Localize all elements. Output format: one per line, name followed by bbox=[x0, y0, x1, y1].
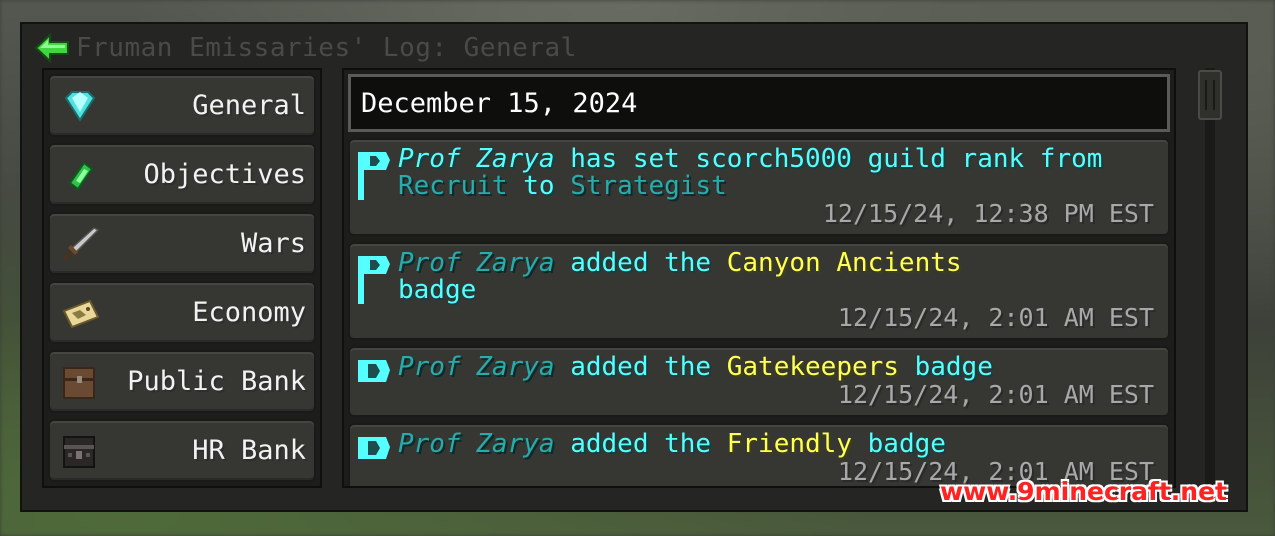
entry-actor: Prof Zarya bbox=[398, 352, 555, 382]
entry-timestamp: 12/15/24, 2:01 AM EST bbox=[837, 303, 1154, 332]
entry-suffix: badge bbox=[398, 275, 477, 305]
entry-to-word: to bbox=[523, 171, 555, 201]
sword-icon bbox=[62, 227, 100, 261]
entry-badge: Gatekeepers bbox=[726, 352, 899, 382]
flag-icon bbox=[358, 256, 390, 304]
back-arrow-icon[interactable] bbox=[34, 33, 70, 63]
sidebar-item-label: Wars bbox=[240, 228, 306, 259]
scroll-track[interactable] bbox=[1205, 68, 1215, 488]
sidebar-item-label: HR Bank bbox=[192, 435, 306, 466]
entry-actor: Prof Zarya bbox=[398, 248, 555, 278]
log-entry: Prof Zarya added the Gatekeepers badge 1… bbox=[348, 346, 1170, 417]
date-header: December 15, 2024 bbox=[348, 74, 1170, 132]
sidebar-item-economy[interactable]: Economy bbox=[48, 281, 316, 344]
entry-from-rank: Recruit bbox=[398, 171, 508, 201]
entry-action: added the bbox=[570, 429, 712, 459]
entry-suffix: badge bbox=[867, 429, 946, 459]
entry-action: added the bbox=[570, 352, 712, 382]
map-icon bbox=[62, 299, 100, 329]
sidebar-item-label: Objectives bbox=[143, 159, 306, 190]
log-scrollbar[interactable] bbox=[1198, 68, 1222, 488]
entry-to-rank: Strategist bbox=[570, 171, 727, 201]
sidebar-item-label: Public Bank bbox=[127, 366, 306, 397]
sidebar-item-label: General bbox=[192, 90, 306, 121]
log-entry: Prof Zarya has set scorch5000 guild rank… bbox=[348, 138, 1170, 236]
entry-actor: Prof Zarya bbox=[398, 144, 555, 174]
log-entry: Prof Zarya added the Canyon Ancients bad… bbox=[348, 242, 1170, 340]
chest-icon bbox=[63, 367, 95, 399]
flag-icon bbox=[358, 152, 390, 200]
emerald-icon bbox=[68, 161, 94, 191]
window-title: Fruman Emissaries' Log: General bbox=[76, 33, 577, 63]
sidebar-item-wars[interactable]: Wars bbox=[48, 212, 316, 275]
shield-icon bbox=[358, 437, 390, 459]
entry-badge: Canyon Ancients bbox=[726, 248, 962, 278]
sidebar-item-hr-bank[interactable]: HR Bank bbox=[48, 419, 316, 482]
iron-chest-icon bbox=[63, 436, 95, 468]
entry-actor: Prof Zarya bbox=[398, 429, 555, 459]
sidebar: General Objectives Wars Economy Public B… bbox=[42, 68, 322, 488]
diamond-icon bbox=[64, 91, 96, 122]
guild-log-window: Fruman Emissaries' Log: General General … bbox=[20, 22, 1248, 512]
entry-action: added the bbox=[570, 248, 712, 278]
entry-timestamp: 12/15/24, 12:38 PM EST bbox=[822, 199, 1154, 228]
entry-suffix: badge bbox=[914, 352, 993, 382]
sidebar-item-public-bank[interactable]: Public Bank bbox=[48, 350, 316, 413]
log-panel: December 15, 2024 Prof Zarya has set sco… bbox=[342, 68, 1176, 488]
entry-action: has set scorch5000 guild rank from bbox=[570, 144, 1103, 174]
sidebar-item-objectives[interactable]: Objectives bbox=[48, 143, 316, 206]
entry-timestamp: 12/15/24, 2:01 AM EST bbox=[837, 380, 1154, 409]
scroll-thumb[interactable] bbox=[1198, 70, 1222, 120]
shield-icon bbox=[358, 360, 390, 382]
title-bar: Fruman Emissaries' Log: General bbox=[34, 30, 577, 66]
entry-badge: Friendly bbox=[726, 429, 852, 459]
sidebar-item-general[interactable]: General bbox=[48, 74, 316, 137]
sidebar-item-label: Economy bbox=[192, 297, 306, 328]
log-date: December 15, 2024 bbox=[361, 87, 638, 119]
watermark: www.9minecraft.net bbox=[940, 477, 1227, 506]
